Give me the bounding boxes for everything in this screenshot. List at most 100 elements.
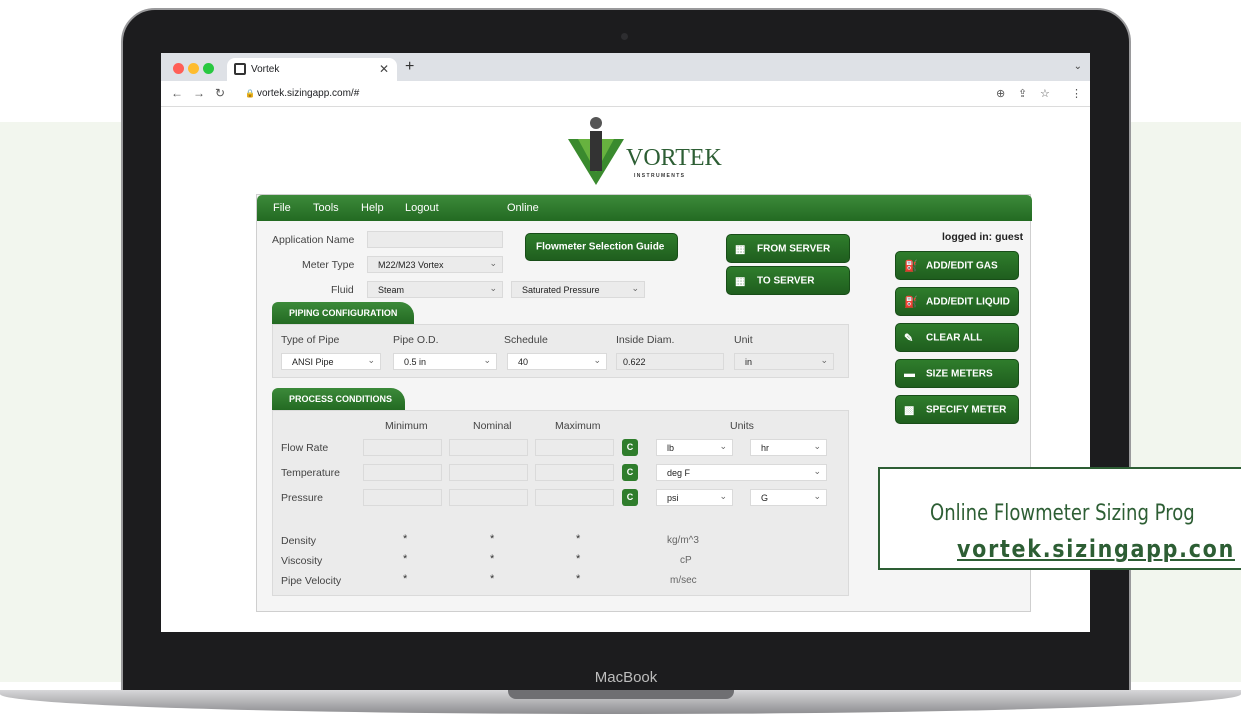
flowmeter-selection-guide-button[interactable]: Flowmeter Selection Guide [525,233,678,261]
chevron-down-icon: ⌄ [489,283,497,293]
kebab-menu-icon[interactable]: ⋮ [1071,87,1082,100]
tab-search-chevron-icon[interactable]: ⌄ [1074,61,1082,72]
chevron-down-icon: ⌄ [593,355,601,365]
url-field[interactable]: vortek.sizingapp.com/# [257,88,359,99]
forward-icon[interactable]: → [193,86,205,100]
pipe-velocity-unit: m/sec [670,575,697,586]
to-server-label: TO SERVER [757,275,815,286]
chevron-down-icon: ⌄ [483,355,491,365]
pressure-max-input[interactable] [535,489,614,506]
density-max-value: * [576,533,581,545]
unit-select[interactable]: in ⌄ [734,353,834,370]
to-server-button[interactable]: ▦ TO SERVER [726,266,850,295]
temperature-unit-select[interactable]: deg F ⌄ [656,464,827,481]
tab-process-conditions[interactable]: PROCESS CONDITIONS [272,388,405,410]
bookmark-star-icon[interactable]: ☆ [1040,87,1050,100]
logo-subtitle: I N S T R U M E N T S [634,173,685,179]
temperature-max-input[interactable] [535,464,614,481]
meter-icon: ▬ [904,367,915,380]
menu-logout[interactable]: Logout [405,202,439,214]
minimize-window-icon[interactable] [188,63,199,74]
temperature-min-input[interactable] [363,464,442,481]
flow-rate-min-input[interactable] [363,439,442,456]
meter-type-select[interactable]: M22/M23 Vortex ⌄ [367,256,503,273]
temperature-label: Temperature [281,467,340,479]
back-icon[interactable]: ← [171,86,183,100]
maximum-header: Maximum [555,420,601,432]
fluid-label: Fluid [331,284,354,296]
tab-bar: Vortek ✕ + ⌄ [161,53,1090,81]
address-bar: ← → ↻ 🔒 vortek.sizingapp.com/# ⊕ ⇪ ☆ ⋮ [161,81,1090,107]
viscosity-nom-value: * [490,553,495,565]
server-download-icon: ▦ [735,243,746,255]
specify-meter-button[interactable]: ▩ SPECIFY METER [895,395,1019,424]
density-nom-value: * [490,533,495,545]
fluid-select[interactable]: Steam ⌄ [367,281,503,298]
flow-rate-c-button[interactable]: C [622,439,638,456]
temperature-unit-value: deg F [667,468,691,478]
schedule-select[interactable]: 40 ⌄ [507,353,607,370]
browser-tab[interactable]: Vortek ✕ [227,58,397,81]
menu-help[interactable]: Help [361,202,384,214]
flow-rate-label: Flow Rate [281,442,329,454]
size-meters-label: SIZE METERS [926,368,993,379]
pipe-od-select[interactable]: 0.5 in ⌄ [393,353,497,370]
fluid-state-select[interactable]: Saturated Pressure ⌄ [511,281,645,298]
flow-rate-time-select[interactable]: hr ⌄ [750,439,827,456]
unit-value: in [745,357,753,367]
callout-headline: Online Flowmeter Sizing Prog [930,501,1195,526]
zoom-icon[interactable]: ⊕ [996,87,1005,100]
flow-rate-nom-input[interactable] [449,439,528,456]
pipe-velocity-min-value: * [403,573,408,585]
fluid-value: Steam [378,285,405,295]
density-label: Density [281,535,317,547]
from-server-label: FROM SERVER [757,243,831,254]
flow-rate-unit-value: lb [667,443,675,453]
pressure-gauge-select[interactable]: G ⌄ [750,489,827,506]
pressure-c-button[interactable]: C [622,489,638,506]
schedule-value: 40 [518,357,529,367]
inside-diam-input[interactable]: 0.622 [616,353,724,370]
menu-file[interactable]: File [273,202,291,214]
fluid-state-value: Saturated Pressure [522,285,600,295]
temperature-c-button[interactable]: C [622,464,638,481]
add-edit-gas-button[interactable]: ⛽ ADD/EDIT GAS [895,251,1019,280]
specify-icon: ▩ [904,404,915,416]
chevron-down-icon: ⌄ [813,491,821,501]
from-server-button[interactable]: ▦ FROM SERVER [726,234,850,263]
size-meters-button[interactable]: ▬ SIZE METERS [895,359,1019,388]
pressure-unit-select[interactable]: psi ⌄ [656,489,733,506]
type-of-pipe-select[interactable]: ANSI Pipe ⌄ [281,353,381,370]
application-name-label: Application Name [272,234,355,246]
camera-icon [621,33,628,40]
share-icon[interactable]: ⇪ [1018,87,1027,100]
flow-rate-unit-select[interactable]: lb ⌄ [656,439,733,456]
meter-type-value: M22/M23 Vortex [378,260,444,270]
chevron-down-icon: ⌄ [719,441,727,451]
pressure-nom-input[interactable] [449,489,528,506]
pressure-min-input[interactable] [363,489,442,506]
tab-title: Vortek [251,64,280,75]
pipe-od-header: Pipe O.D. [393,334,439,346]
new-tab-icon[interactable]: + [405,58,414,76]
flow-rate-max-input[interactable] [535,439,614,456]
favicon-icon [234,63,246,75]
close-window-icon[interactable] [173,63,184,74]
clear-all-button[interactable]: ✎ CLEAR ALL [895,323,1019,352]
close-tab-icon[interactable]: ✕ [379,62,389,76]
type-of-pipe-value: ANSI Pipe [292,357,334,367]
flow-rate-time-value: hr [761,443,770,453]
application-name-input[interactable] [367,231,503,248]
reload-icon[interactable]: ↻ [215,86,225,100]
tab-piping-configuration[interactable]: PIPING CONFIGURATION [272,302,414,324]
inside-diam-header: Inside Diam. [616,334,675,346]
add-edit-liquid-button[interactable]: ⛽ ADD/EDIT LIQUID [895,287,1019,316]
menu-tools[interactable]: Tools [313,202,339,214]
callout-link[interactable]: vortek.sizingapp.con [957,535,1235,563]
pressure-label: Pressure [281,492,324,504]
temperature-nom-input[interactable] [449,464,528,481]
density-min-value: * [403,533,408,545]
density-unit: kg/m^3 [667,535,699,546]
chevron-down-icon: ⌄ [813,466,821,476]
maximize-window-icon[interactable] [203,63,214,74]
